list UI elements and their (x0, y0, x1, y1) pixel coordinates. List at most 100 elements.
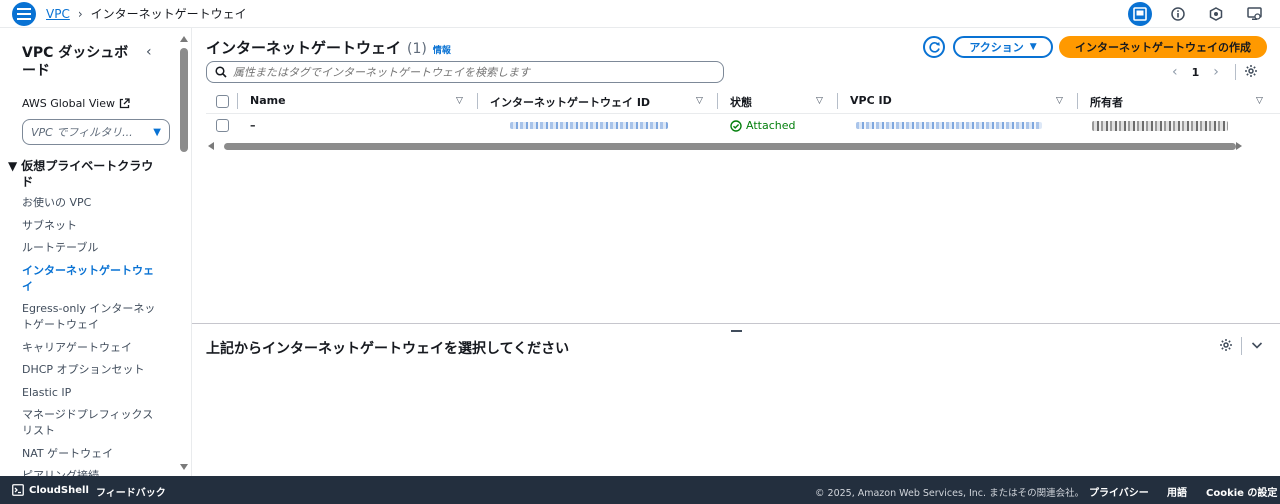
column-divider[interactable] (717, 93, 718, 109)
scrollbar-thumb[interactable] (224, 143, 1236, 150)
check-circle-icon (730, 119, 742, 132)
row-state-label: Attached (746, 119, 796, 132)
vpc-filter-select[interactable]: VPC でフィルタリ... ▼ (22, 119, 170, 145)
page-title: インターネットゲートウェイ (206, 39, 402, 57)
split-panel-settings-button[interactable] (1219, 338, 1233, 355)
caret-down-icon: ▼ (1029, 42, 1037, 52)
privacy-link[interactable]: プライバシー (1089, 484, 1149, 499)
display-settings-icon[interactable] (1242, 2, 1266, 26)
top-right-icons (1128, 2, 1266, 26)
next-page-icon[interactable]: › (1213, 64, 1219, 80)
sidebar-item-nat-gateways[interactable]: NAT ゲートウェイ (22, 446, 162, 462)
column-header-state[interactable]: 状態 (730, 94, 752, 110)
breadcrumb-vpc-link[interactable]: VPC (46, 7, 70, 21)
sidebar-item-internet-gateways[interactable]: インターネットゲートウェイ (22, 263, 162, 295)
gear-icon (1245, 65, 1257, 77)
terms-link[interactable]: 用語 (1167, 484, 1187, 499)
sidebar-item-carrier-gateways[interactable]: キャリアゲートウェイ (22, 340, 162, 356)
sidebar-item-dhcp-options[interactable]: DHCP オプションセット (22, 362, 162, 378)
column-header-vpc-id[interactable]: VPC ID (850, 94, 892, 107)
sidebar-item-peering-connections[interactable]: ピアリング接続 (22, 468, 162, 476)
sort-icon[interactable]: ▽ (1056, 96, 1063, 106)
pagination-divider (1235, 64, 1236, 80)
create-internet-gateway-button[interactable]: インターネットゲートウェイの作成 (1059, 36, 1267, 58)
table-header: Name ▽ インターネットゲートウェイ ID ▽ 状態 ▽ VPC ID ▽ … (206, 90, 1280, 114)
column-header-owner[interactable]: 所有者 (1090, 94, 1123, 110)
split-panel-icon[interactable] (1128, 2, 1152, 26)
gear-icon (1220, 339, 1232, 351)
pagination: ‹ 1 › (1172, 64, 1219, 80)
page-number[interactable]: 1 (1192, 66, 1200, 79)
redacted-vpc-id-link[interactable] (856, 122, 1042, 129)
vpc-filter-placeholder: VPC でフィルタリ... (31, 126, 133, 139)
info-link[interactable]: 情報 (433, 43, 451, 56)
sidebar-item-elastic-ip[interactable]: Elastic IP (22, 385, 162, 401)
aws-global-view-label: AWS Global View (22, 97, 115, 110)
table-horizontal-scrollbar[interactable] (206, 142, 1242, 152)
split-panel-resize-handle[interactable] (731, 330, 742, 332)
sidebar-item-egress-only-igw[interactable]: Egress-only インターネットゲートウェイ (22, 301, 162, 333)
top-navigation-bar: VPC › インターネットゲートウェイ (0, 0, 1280, 28)
select-all-checkbox[interactable] (216, 95, 229, 108)
column-divider (237, 93, 238, 109)
sidebar-title[interactable]: VPC ダッシュボード (22, 44, 142, 80)
cloudshell-button[interactable]: CloudShell (12, 484, 89, 496)
sidebar-items: お使いの VPC サブネット ルートテーブル インターネットゲートウェイ Egr… (22, 195, 162, 476)
table-settings-button[interactable] (1244, 64, 1258, 81)
scroll-up-arrow-icon[interactable] (180, 36, 188, 42)
row-state: Attached (730, 119, 795, 132)
caret-down-icon: ▼ (153, 126, 161, 138)
refresh-button[interactable] (923, 36, 945, 58)
search-field[interactable] (206, 61, 724, 83)
sidebar-item-route-tables[interactable]: ルートテーブル (22, 240, 162, 256)
hamburger-menu-icon[interactable] (12, 2, 36, 26)
security-icon[interactable] (1204, 2, 1228, 26)
scrollbar-thumb[interactable] (180, 48, 188, 152)
feedback-link[interactable]: フィードバック (96, 484, 166, 499)
sidebar-section-vpc[interactable]: ▼ 仮想プライベートクラウド (8, 158, 158, 190)
sidebar-item-managed-prefix-lists[interactable]: マネージドプレフィックスリスト (22, 407, 162, 439)
scroll-right-arrow-icon[interactable] (1236, 142, 1242, 150)
scroll-left-arrow-icon[interactable] (208, 142, 214, 150)
column-divider[interactable] (837, 93, 838, 109)
page-header: インターネットゲートウェイ (1) 情報 (206, 37, 451, 58)
sidebar-section-label: 仮想プライベートクラウド (21, 159, 154, 189)
split-panel-title: 上記からインターネットゲートウェイを選択してください (206, 341, 570, 357)
table-row[interactable]: – Attached (206, 114, 1280, 138)
side-navigation: VPC ダッシュボード ‹ AWS Global View VPC でフィルタリ… (0, 28, 192, 476)
split-panel-separator (1241, 337, 1242, 355)
caret-down-icon: ▼ (8, 159, 18, 173)
row-checkbox[interactable] (216, 119, 229, 132)
sidebar-item-subnets[interactable]: サブネット (22, 218, 162, 234)
redacted-owner-id (1092, 121, 1228, 131)
sort-icon[interactable]: ▽ (456, 96, 463, 106)
column-divider[interactable] (477, 93, 478, 109)
search-input[interactable] (233, 65, 703, 79)
external-link-icon (119, 98, 130, 109)
scroll-down-arrow-icon[interactable] (180, 464, 188, 470)
sort-icon[interactable]: ▽ (816, 96, 823, 106)
previous-page-icon[interactable]: ‹ (1172, 64, 1178, 80)
cookie-settings-link[interactable]: Cookie の設定 (1206, 484, 1277, 499)
split-panel-divider (192, 323, 1280, 324)
aws-global-view-link[interactable]: AWS Global View (22, 97, 130, 110)
sidebar-item-your-vpcs[interactable]: お使いの VPC (22, 195, 162, 211)
search-icon (215, 66, 227, 78)
collapse-sidebar-icon[interactable]: ‹ (146, 44, 152, 60)
sort-icon[interactable]: ▽ (696, 96, 703, 106)
actions-label: アクション (969, 41, 1024, 54)
chevron-down-icon (1251, 342, 1263, 349)
breadcrumb-current: インターネットゲートウェイ (90, 7, 247, 21)
column-header-name[interactable]: Name (250, 94, 286, 107)
info-icon[interactable] (1166, 2, 1190, 26)
sidebar-scrollbar[interactable] (177, 32, 191, 474)
column-divider[interactable] (1077, 93, 1078, 109)
row-name: – (250, 119, 256, 132)
actions-dropdown-button[interactable]: アクション ▼ (953, 36, 1053, 58)
sort-icon[interactable]: ▽ (1256, 96, 1263, 106)
split-panel-collapse-button[interactable] (1250, 338, 1264, 355)
refresh-icon (928, 41, 940, 53)
breadcrumb: VPC › インターネットゲートウェイ (46, 5, 247, 22)
column-header-igw-id[interactable]: インターネットゲートウェイ ID (490, 94, 650, 110)
redacted-igw-id-link[interactable] (510, 122, 668, 129)
